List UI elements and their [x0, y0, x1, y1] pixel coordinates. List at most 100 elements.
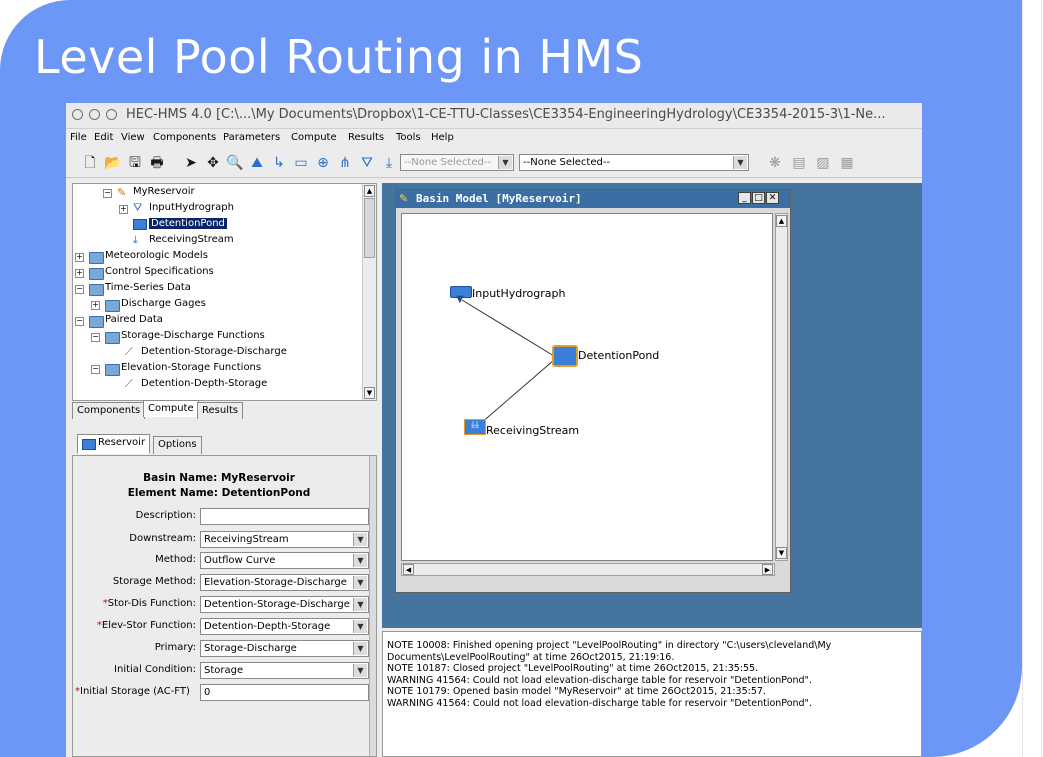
menu-parameters[interactable]: Parameters	[223, 132, 280, 143]
method-select[interactable]: Outflow Curve ▼	[200, 552, 369, 569]
scroll-up-icon[interactable]: ▲	[364, 185, 375, 197]
tree-item-discharge-gages[interactable]: Discharge Gages	[121, 297, 206, 311]
chevron-down-icon[interactable]: ▼	[353, 598, 367, 611]
tab-components[interactable]: Components	[72, 402, 146, 419]
maximize-icon[interactable]: □	[752, 192, 765, 204]
editor-splitter[interactable]	[369, 456, 376, 756]
element-receivingstream[interactable]: ReceivingStream	[486, 424, 579, 437]
canvas-vscroll[interactable]: ▲ ▼	[775, 213, 788, 561]
chevron-down-icon[interactable]: ▼	[353, 576, 367, 589]
scroll-left-icon[interactable]: ◀	[403, 564, 414, 575]
tree-item-receivingstream[interactable]: ⤓ ReceivingStream	[133, 233, 234, 247]
tree-item-detention-depth-storage[interactable]: ⟋ Detention-Depth-Storage	[125, 377, 267, 391]
results-table-icon[interactable]: ▦	[838, 154, 856, 172]
source-tool-icon[interactable]: ⛛	[358, 154, 376, 172]
collapse-icon[interactable]: −	[75, 317, 84, 326]
chevron-down-icon[interactable]: ▼	[353, 554, 367, 567]
menu-results[interactable]: Results	[348, 132, 384, 143]
chevron-down-icon[interactable]: ▼	[353, 533, 367, 546]
element-detentionpond[interactable]: DetentionPond	[578, 349, 659, 362]
tree-item-meteorologic-models[interactable]: Meteorologic Models	[105, 249, 208, 263]
message-log[interactable]: NOTE 10008: Finished opening project "Le…	[382, 631, 922, 757]
basin-canvas[interactable]: ▼ InputHydrograph DetentionPond ⤓⤓ Recei…	[401, 213, 773, 561]
tree-item-detentionpond[interactable]: DetentionPond	[133, 217, 227, 231]
menu-help[interactable]: Help	[431, 132, 454, 143]
chevron-down-icon[interactable]: ▼	[733, 156, 747, 169]
sink-icon[interactable]: ⤓⤓	[464, 419, 486, 435]
reservoir-icon[interactable]	[552, 345, 578, 367]
sink-tool-icon[interactable]: ⤓	[380, 154, 398, 172]
scroll-right-icon[interactable]: ▶	[762, 564, 773, 575]
reach-tool-icon[interactable]: ↳	[270, 154, 288, 172]
initial-storage-field[interactable]: 0	[200, 684, 369, 701]
reservoir-tool-icon[interactable]: ▭	[292, 154, 310, 172]
minimize-window-icon[interactable]	[89, 109, 100, 120]
initial-condition-select[interactable]: Storage ▼	[200, 662, 369, 679]
scroll-down-icon[interactable]: ▼	[364, 387, 375, 399]
scroll-down-icon[interactable]: ▼	[776, 547, 787, 559]
storage-method-select[interactable]: Elevation-Storage-Discharge ▼	[200, 574, 369, 591]
results-graph-icon[interactable]: ▨	[814, 154, 832, 172]
chevron-down-icon[interactable]: ▼	[353, 620, 367, 633]
save-icon[interactable]: 🖫	[126, 154, 144, 172]
tree-item-detention-storage-discharge[interactable]: ⟋ Detention-Storage-Discharge	[125, 345, 287, 359]
canvas-hscroll[interactable]: ◀ ▶	[401, 563, 775, 576]
chevron-down-icon[interactable]: ▼	[353, 642, 367, 655]
tree-scrollbar[interactable]: ▲ ▼	[362, 184, 376, 400]
scroll-up-icon[interactable]: ▲	[776, 215, 787, 227]
close-icon[interactable]: ✕	[766, 192, 779, 204]
tree-item-inputhydrograph[interactable]: ⛛ InputHydrograph	[133, 201, 234, 215]
tree-item-control-specifications[interactable]: Control Specifications	[105, 265, 214, 279]
junction-tool-icon[interactable]: ⊕	[314, 154, 332, 172]
print-icon[interactable]: 🖶	[148, 154, 166, 172]
expand-icon[interactable]: +	[119, 205, 128, 214]
run-selector-2[interactable]: --None Selected-- ▼	[519, 154, 749, 171]
minimize-icon[interactable]: _	[738, 192, 751, 204]
chevron-down-icon[interactable]: ▼	[498, 156, 512, 169]
menu-tools[interactable]: Tools	[396, 132, 421, 143]
chevron-down-icon[interactable]: ▼	[353, 664, 367, 677]
run-selector-1[interactable]: --None Selected-- ▼	[400, 154, 514, 171]
expand-icon[interactable]: +	[75, 253, 84, 262]
tree-item-paired-data[interactable]: Paired Data	[105, 313, 163, 327]
collapse-icon[interactable]: −	[91, 365, 100, 374]
diversion-tool-icon[interactable]: ⋔	[336, 154, 354, 172]
compute-icon[interactable]: ❋	[766, 154, 784, 172]
collapse-icon[interactable]: −	[75, 285, 84, 294]
expand-icon[interactable]: +	[91, 301, 100, 310]
element-inputhydrograph[interactable]: InputHydrograph	[472, 287, 565, 300]
menu-components[interactable]: Components	[153, 132, 216, 143]
scroll-thumb[interactable]	[364, 198, 375, 258]
title-bar[interactable]: HEC-HMS 4.0 [C:\...\My Documents\Dropbox…	[66, 103, 922, 129]
menu-edit[interactable]: Edit	[94, 132, 113, 143]
tree-item-myreservoir[interactable]: ✎ MyReservoir	[117, 185, 195, 199]
results-global-icon[interactable]: ▤	[790, 154, 808, 172]
arrow-tool-icon[interactable]: ➤	[182, 154, 200, 172]
downstream-select[interactable]: ReceivingStream ▼	[200, 531, 369, 548]
tab-options[interactable]: Options	[153, 436, 202, 454]
basin-window-titlebar[interactable]: ✎ Basin Model [MyReservoir] _ □ ✕	[396, 190, 790, 208]
move-tool-icon[interactable]: ✥	[204, 154, 222, 172]
tab-results[interactable]: Results	[197, 402, 244, 419]
menu-view[interactable]: View	[121, 132, 145, 143]
menu-compute[interactable]: Compute	[291, 132, 337, 143]
tree-item-time-series-data[interactable]: Time-Series Data	[105, 281, 191, 295]
tab-reservoir[interactable]: Reservoir	[77, 434, 151, 454]
zoom-window-icon[interactable]	[106, 109, 117, 120]
zoom-tool-icon[interactable]: 🔍	[226, 154, 244, 172]
description-field[interactable]	[200, 508, 369, 525]
menu-file[interactable]: File	[70, 132, 87, 143]
expand-icon[interactable]: +	[75, 269, 84, 278]
close-window-icon[interactable]	[72, 109, 83, 120]
tree-item-elevation-storage-functions[interactable]: Elevation-Storage Functions	[121, 361, 261, 375]
open-folder-icon[interactable]: 📂	[104, 154, 122, 172]
collapse-icon[interactable]: −	[91, 333, 100, 342]
stor-dis-select[interactable]: Detention-Storage-Discharge ▼	[200, 596, 369, 613]
subbasin-tool-icon[interactable]: ⛰	[248, 154, 266, 172]
elev-stor-select[interactable]: Detention-Depth-Storage ▼	[200, 618, 369, 635]
collapse-icon[interactable]: −	[103, 189, 112, 198]
new-file-icon[interactable]: 🗋	[81, 154, 99, 172]
tree-item-storage-discharge-functions[interactable]: Storage-Discharge Functions	[121, 329, 265, 343]
tab-compute[interactable]: Compute	[143, 400, 199, 417]
primary-select[interactable]: Storage-Discharge ▼	[200, 640, 369, 657]
